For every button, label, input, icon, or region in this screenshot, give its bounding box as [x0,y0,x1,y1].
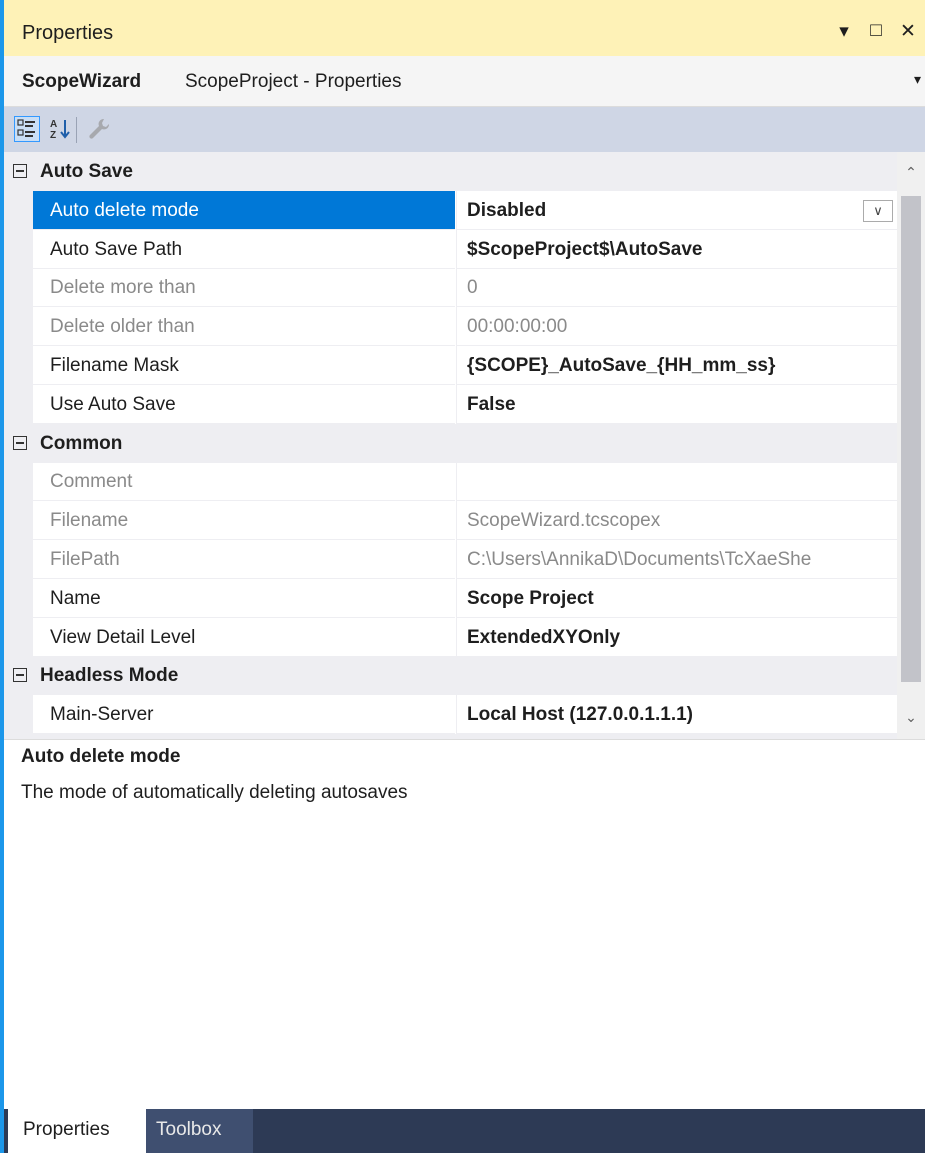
property-name[interactable]: Delete more than [33,268,455,307]
scroll-up-icon[interactable]: ⌃ [897,164,925,188]
property-row[interactable]: Filename Mask {SCOPE}_AutoSave_{HH_mm_ss} [4,346,897,385]
property-value[interactable]: ScopeWizard.tcscopex [456,501,897,540]
row-gutter [4,191,33,230]
property-name[interactable]: FilePath [33,540,455,579]
maximize-button[interactable]: □ [865,20,887,43]
property-value[interactable]: $ScopeProject$\AutoSave [456,230,897,269]
description-title: Auto delete mode [21,746,181,767]
row-gutter [4,230,33,269]
toolbar-separator [76,117,77,143]
property-name[interactable]: Comment [33,462,455,501]
scroll-thumb[interactable] [901,196,921,682]
wrench-icon [89,118,110,139]
close-button[interactable]: ✕ [897,20,919,43]
property-row[interactable]: View Detail Level ExtendedXYOnly [4,618,897,657]
window-accent-border [0,0,4,1153]
property-value[interactable]: Local Host (127.0.0.1.1.1) [456,695,897,734]
collapse-icon[interactable] [13,164,27,178]
row-gutter [4,501,33,540]
property-row[interactable]: Use Auto Save False [4,385,897,424]
tab-label: Toolbox [156,1119,222,1140]
row-gutter [4,579,33,618]
property-name[interactable]: View Detail Level [33,618,455,657]
property-value[interactable]: False [456,385,897,424]
category-label: Auto Save [40,161,133,182]
tab-properties[interactable]: Properties [8,1109,146,1153]
row-gutter [4,618,33,657]
property-name[interactable]: Use Auto Save [33,385,455,424]
row-gutter [4,695,33,734]
alphabetical-button[interactable]: A Z [48,116,74,142]
tab-label: Properties [23,1119,110,1140]
svg-text:Z: Z [50,130,56,141]
row-gutter [4,346,33,385]
property-value[interactable]: 00:00:00:00 [456,307,897,346]
property-row[interactable]: Delete older than 00:00:00:00 [4,307,897,346]
description-text: The mode of automatically deleting autos… [21,782,408,803]
property-row[interactable]: Filename ScopeWizard.tcscopex [4,501,897,540]
property-name[interactable]: Name [33,579,455,618]
bottom-tab-bar: Properties Toolbox [4,1109,925,1153]
property-value[interactable]: C:\Users\AnnikaD\Documents\TcXaeShe [456,540,897,579]
row-gutter [4,307,33,346]
scroll-down-icon[interactable]: ⌄ [897,709,925,733]
selected-object-type: ScopeProject - Properties [185,71,402,92]
property-row[interactable]: Comment [4,462,897,501]
row-gutter [4,268,33,307]
alphabetical-icon: A Z [50,119,70,141]
tool-window-title-bar[interactable]: Properties ▾ □ ✕ [4,0,925,56]
category-row[interactable]: Headless Mode [4,656,897,695]
collapse-icon[interactable] [13,436,27,450]
selected-object-name: ScopeWizard [22,71,142,92]
tab-toolbox[interactable]: Toolbox [146,1109,253,1153]
categorized-icon [17,119,35,137]
vertical-scrollbar[interactable]: ⌃ ⌄ [897,152,925,739]
property-value[interactable]: {SCOPE}_AutoSave_{HH_mm_ss} [456,346,897,385]
window-buttons: ▾ □ ✕ [833,20,919,43]
window-position-menu-button[interactable]: ▾ [833,20,855,43]
property-value[interactable]: 0 [456,268,897,307]
properties-toolbar: A Z [4,107,925,152]
property-name[interactable]: Filename Mask [33,346,455,385]
collapse-icon[interactable] [13,668,27,682]
property-grid: Auto Save Auto delete mode Disabled ∨ Auto S… [4,152,897,739]
category-label: Headless Mode [40,665,179,686]
row-gutter [4,385,33,424]
description-panel: Auto delete mode The mode of automatical… [4,739,925,845]
property-value[interactable]: Scope Project [456,579,897,618]
object-selector-dropdown-arrow[interactable]: ▾ [914,71,921,88]
property-name[interactable]: Delete older than [33,307,455,346]
categorized-button[interactable] [14,116,40,142]
object-selector[interactable]: ScopeWizard ScopeProject - Properties ▾ [4,56,925,107]
window-title: Properties [22,22,114,44]
row-gutter [4,540,33,579]
property-pages-button[interactable] [86,116,112,142]
property-row[interactable]: Name Scope Project [4,579,897,618]
property-value[interactable]: Disabled [456,191,897,230]
property-row[interactable]: Auto Save Path $ScopeProject$\AutoSave [4,230,897,269]
value-dropdown-button[interactable]: ∨ [863,200,893,222]
category-row[interactable]: Auto Save [4,152,897,191]
property-value[interactable]: ExtendedXYOnly [456,618,897,657]
property-name[interactable]: Auto Save Path [33,230,455,269]
property-value[interactable] [456,462,897,501]
property-row[interactable]: FilePath C:\Users\AnnikaD\Documents\TcXae… [4,540,897,579]
row-gutter [4,462,33,501]
property-row[interactable]: Delete more than 0 [4,268,897,307]
category-row[interactable]: Common [4,424,897,463]
property-name[interactable]: Auto delete mode [33,191,455,230]
category-label: Common [40,433,123,454]
property-row[interactable]: Auto delete mode Disabled ∨ [4,191,897,230]
property-row[interactable]: Main-Server Local Host (127.0.0.1.1.1) [4,695,897,734]
svg-text:A: A [50,119,57,130]
property-name[interactable]: Main-Server [33,695,455,734]
property-name[interactable]: Filename [33,501,455,540]
